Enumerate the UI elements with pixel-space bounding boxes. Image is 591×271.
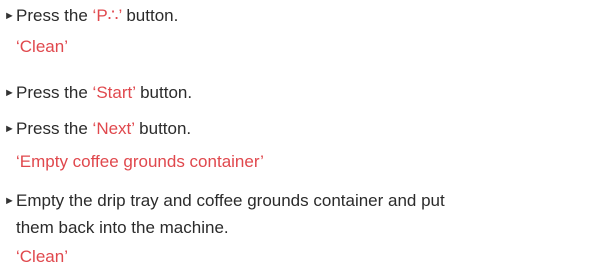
step-2-after: button. <box>135 83 193 102</box>
display-message-clean-2: ‘Clean’ <box>16 247 68 266</box>
step-1-before: Press the <box>16 6 93 25</box>
bullet-icon: ► <box>4 123 15 135</box>
step-1-after: button. <box>121 6 179 25</box>
bullet-icon: ► <box>4 87 15 99</box>
step-3: ► Press the ‘Next’ button. <box>0 119 591 139</box>
step-3-before: Press the <box>16 119 93 138</box>
step-1: ► Press the ‘P∴’ button. <box>0 6 591 26</box>
bullet-icon: ► <box>4 10 15 22</box>
bullet-icon: ► <box>4 195 15 207</box>
next-button-label: ‘Next’ <box>92 119 135 138</box>
step-2-before: Press the <box>16 83 93 102</box>
display-message-empty-grounds: ‘Empty coffee grounds container’ <box>16 152 264 171</box>
step-2-text: Press the ‘Start’ button. <box>16 83 192 103</box>
step-3-text: Press the ‘Next’ button. <box>16 119 191 139</box>
step-1-text: Press the ‘P∴’ button. <box>16 6 178 26</box>
display-message-clean-1: ‘Clean’ <box>16 37 68 56</box>
step-4: ► Empty the drip tray and coffee grounds… <box>0 191 591 211</box>
start-button-label: ‘Start’ <box>92 83 136 102</box>
step-3-after: button. <box>134 119 192 138</box>
step-4-line-1: Empty the drip tray and coffee grounds c… <box>16 191 445 210</box>
p-button-label: ‘P∴’ <box>92 6 122 25</box>
step-4-line-2: them back into the machine. <box>16 218 229 237</box>
step-2: ► Press the ‘Start’ button. <box>0 83 591 103</box>
